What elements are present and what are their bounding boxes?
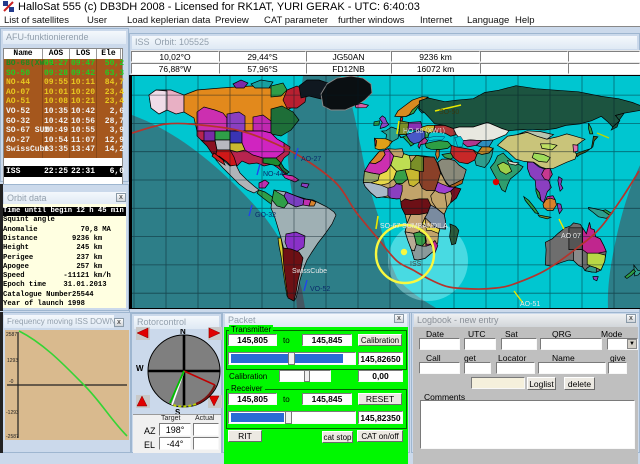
svg-text:AO 07: AO 07 (561, 233, 581, 240)
svg-text:2587: 2587 (6, 332, 17, 338)
svg-text:-2587: -2587 (6, 434, 19, 440)
svg-text:SO-50: SO-50 (439, 109, 459, 116)
svg-text:1293: 1293 (7, 358, 18, 364)
svg-text:AO-27: AO-27 (301, 156, 321, 163)
svg-text:N: N (180, 329, 186, 336)
svg-text:ISS: ISS (410, 261, 422, 268)
svg-text:VO-52: VO-52 (310, 286, 330, 293)
svg-text:SO-67 SUMBANDILA: SO-67 SUMBANDILA (380, 223, 448, 230)
svg-text:-0: -0 (9, 379, 14, 385)
svg-text:NO-44: NO-44 (263, 171, 284, 178)
svg-text:GO-32: GO-32 (255, 212, 276, 219)
svg-text:AO-51: AO-51 (520, 301, 540, 308)
svg-text:SwissCube: SwissCube (292, 268, 327, 275)
svg-text:-1293: -1293 (6, 410, 19, 416)
svg-text:HO 68 (XW1): HO 68 (XW1) (403, 128, 445, 135)
